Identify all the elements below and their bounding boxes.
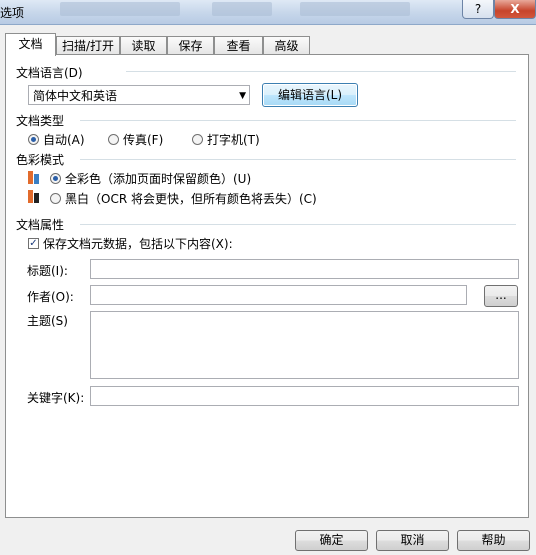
author-input[interactable] [90,285,467,305]
background-window-tab [300,2,410,16]
tab-scan-open[interactable]: 扫描/打开 [56,36,120,55]
subject-textarea[interactable] [90,311,519,379]
keywords-label: 关键字(K): [27,391,85,405]
radio-auto-label: 自动(A) [43,133,85,147]
subject-label: 主题(S) [27,314,68,328]
ok-button[interactable]: 确定 [295,530,368,551]
divider [80,224,516,225]
close-button[interactable]: X [494,0,536,19]
document-language-label: 文档语言(D) [16,66,83,80]
radio-typewriter[interactable] [192,134,203,145]
title-bar[interactable]: 选项 ? X [0,0,536,25]
divider [126,71,516,72]
save-metadata-label: 保存文档元数据，包括以下内容(X): [43,237,233,251]
title-label: 标题(I): [27,264,68,278]
save-metadata-checkbox[interactable]: ✓ [28,238,39,249]
language-select[interactable]: 简体中文和英语 ▼ [28,85,250,105]
color-mode-label: 色彩模式 [16,153,65,167]
radio-full-color[interactable] [50,173,61,184]
tab-document[interactable]: 文档 [5,33,56,56]
author-label: 作者(O): [27,290,74,304]
browse-author-button[interactable]: ... [484,285,518,307]
edit-languages-button[interactable]: 编辑语言(L) [262,83,358,107]
language-select-value: 简体中文和英语 [33,89,118,103]
radio-fax-label: 传真(F) [123,133,164,147]
cancel-button[interactable]: 取消 [376,530,449,551]
background-window-tab [60,2,180,16]
document-type-label: 文档类型 [16,114,65,128]
black-white-icon [28,190,39,203]
document-properties-label: 文档属性 [16,218,65,232]
help-button[interactable]: 帮助 [457,530,530,551]
radio-black-white[interactable] [50,193,61,204]
radio-auto[interactable] [28,134,39,145]
help-caption-button[interactable]: ? [462,0,494,19]
keywords-input[interactable] [90,386,519,406]
checkmark-icon: ✓ [29,238,38,249]
background-window-tab [212,2,272,16]
full-color-icon [28,171,39,184]
title-input[interactable] [90,259,519,279]
radio-black-white-label: 黑白（OCR 将会更快，但所有颜色将丢失）(C) [65,192,317,206]
close-icon: X [510,2,520,16]
window-title: 选项 [0,6,25,20]
dropdown-arrow-icon: ▼ [239,91,246,101]
tab-view[interactable]: 查看 [214,36,263,55]
tab-advanced[interactable]: 高级 [263,36,310,55]
tab-read[interactable]: 读取 [120,36,167,55]
divider [80,120,516,121]
divider [80,159,516,160]
radio-full-color-label: 全彩色（添加页面时保留颜色）(U) [65,172,252,186]
tab-save[interactable]: 保存 [167,36,214,55]
radio-typewriter-label: 打字机(T) [207,133,260,147]
radio-fax[interactable] [108,134,119,145]
question-icon: ? [474,2,482,16]
